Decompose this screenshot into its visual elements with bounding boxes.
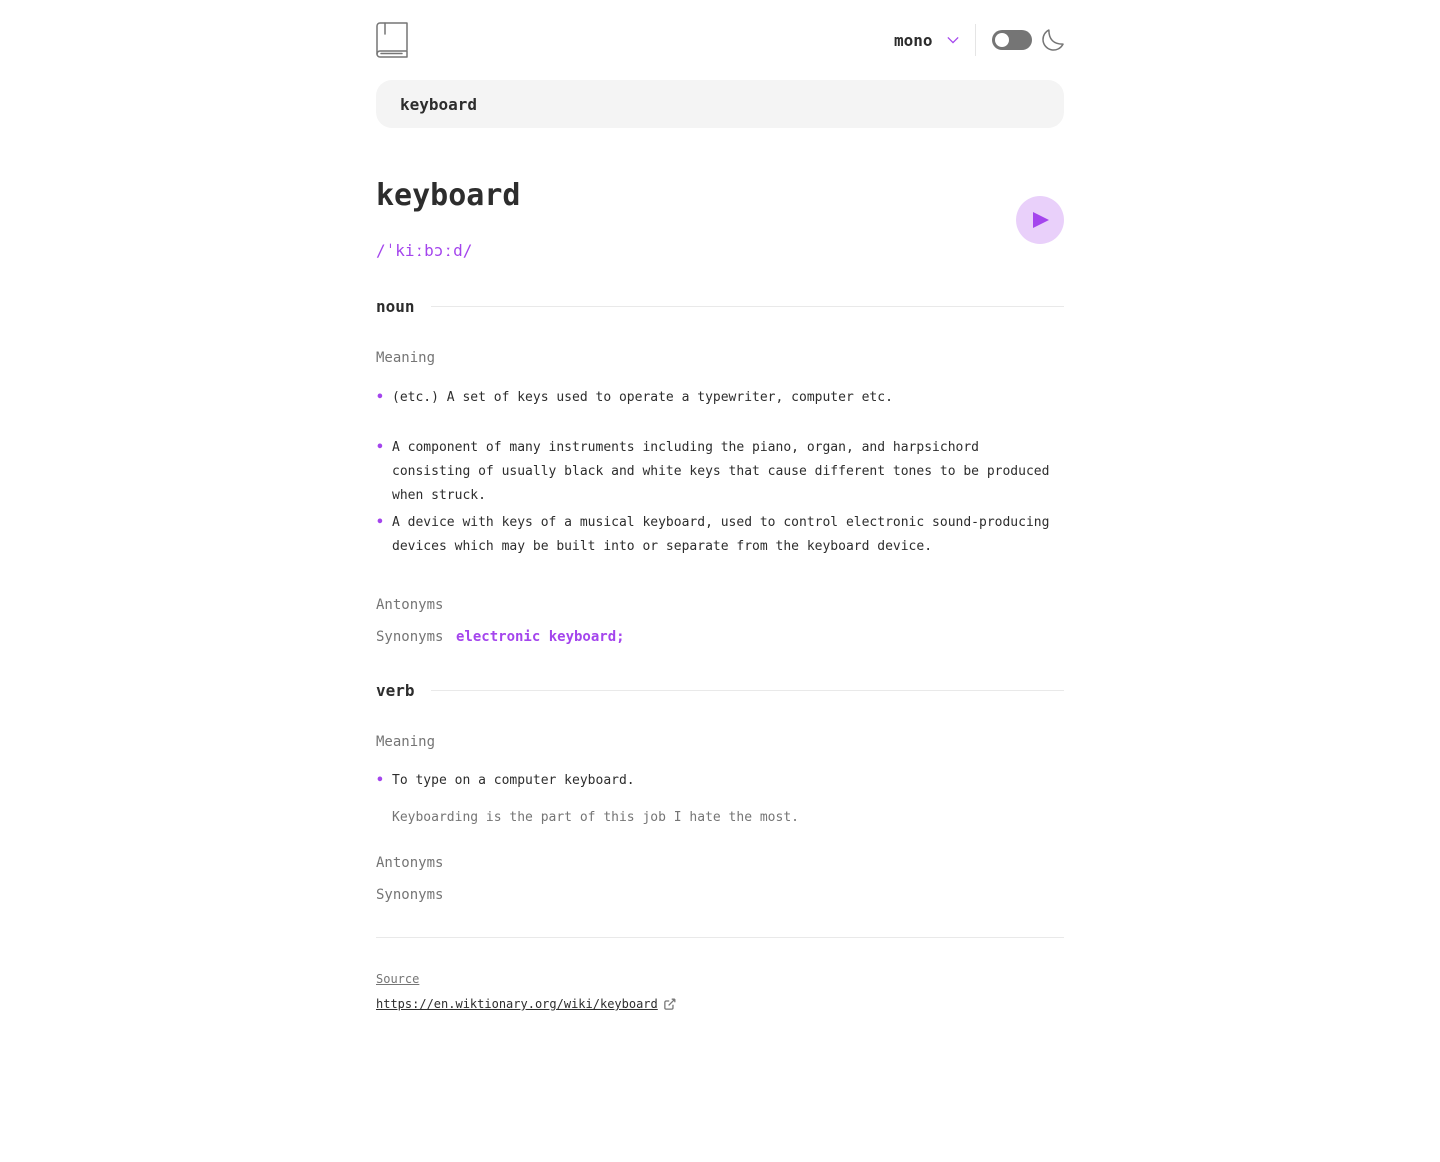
font-select[interactable]: mono xyxy=(894,28,959,52)
external-link-icon[interactable] xyxy=(664,998,676,1010)
definition-item: A device with keys of a musical keyboard… xyxy=(376,511,1064,559)
theme-toggle-knob xyxy=(995,33,1009,47)
page: mono keyboard /ˈkiːbɔːd/ noun Meaning (e… xyxy=(376,0,1064,1011)
moon-icon xyxy=(1042,29,1064,51)
font-select-label: mono xyxy=(894,30,933,50)
theme-toggle[interactable] xyxy=(992,30,1032,50)
search-input[interactable] xyxy=(376,80,1064,128)
part-of-speech-label: verb xyxy=(376,680,415,700)
definition-example: Keyboarding is the part of this job I ha… xyxy=(392,810,799,825)
antonyms-label: Antonyms xyxy=(376,597,444,613)
part-of-speech-header: noun xyxy=(376,294,1064,318)
source-link[interactable]: https://en.wiktionary.org/wiki/keyboard xyxy=(376,996,658,1012)
section-rule xyxy=(430,305,1064,307)
top-bar: mono xyxy=(376,0,1064,80)
section-rule xyxy=(430,689,1064,691)
play-icon xyxy=(1033,212,1049,228)
definition-item: To type on a computer keyboard. xyxy=(376,769,1064,793)
synonyms-label: Synonyms xyxy=(376,887,444,903)
part-of-speech-header: verb xyxy=(376,678,1064,702)
synonym-link[interactable]: electronic keyboard; xyxy=(456,627,625,647)
definition-item: (etc.) A set of keys used to operate a t… xyxy=(376,386,1064,410)
footer-divider xyxy=(376,937,1064,938)
antonyms-label: Antonyms xyxy=(376,855,444,871)
book-icon[interactable] xyxy=(376,22,408,58)
chevron-down-icon xyxy=(946,36,959,44)
synonyms-label: Synonyms xyxy=(376,629,444,645)
word-title: keyboard xyxy=(376,178,521,213)
part-of-speech-label: noun xyxy=(376,296,415,316)
definition-item: A component of many instruments includin… xyxy=(376,436,1064,508)
header-divider xyxy=(975,24,976,56)
phonetic: /ˈkiːbɔːd/ xyxy=(376,241,473,260)
source-label: Source xyxy=(376,972,420,986)
meaning-label: Meaning xyxy=(376,734,436,750)
play-audio-button[interactable] xyxy=(1016,196,1064,244)
meaning-label: Meaning xyxy=(376,350,436,366)
